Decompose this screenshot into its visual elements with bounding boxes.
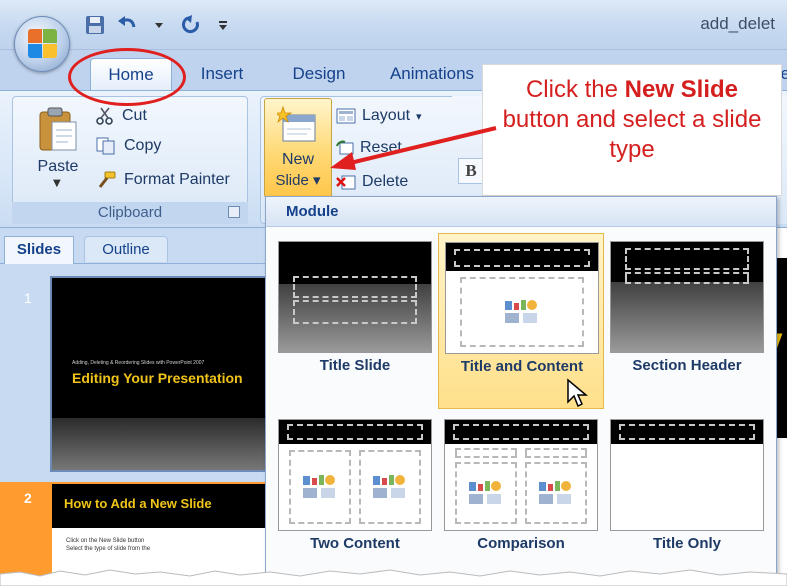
clipboard-group-label: Clipboard <box>12 202 248 224</box>
redo-icon[interactable] <box>178 12 204 38</box>
new-slide-layout-gallery: Module Title Slide Title and Content Sec… <box>265 196 777 586</box>
slide-number: 1 <box>24 290 32 306</box>
tab-slides[interactable]: Slides <box>4 236 74 264</box>
gallery-theme-name: Module <box>286 203 339 220</box>
callout-text-suffix: button and select a slide type <box>502 106 762 163</box>
delete-icon <box>336 175 356 190</box>
format-painter-label: Format Painter <box>124 171 230 188</box>
slide-title: How to Add a New Slide <box>64 496 212 511</box>
content-placeholder-icon <box>373 475 405 498</box>
mouse-pointer-icon <box>567 378 589 408</box>
layout-thumbnail <box>610 241 764 353</box>
paintbrush-icon <box>98 171 116 188</box>
layout-comparison[interactable]: Comparison <box>438 411 604 586</box>
layout-title-slide[interactable]: Title Slide <box>272 233 438 409</box>
layout-thumbnail <box>444 419 598 531</box>
layout-caption: Title and Content <box>460 358 584 375</box>
document-title: add_delet <box>700 14 775 33</box>
copy-button[interactable]: Copy <box>96 134 161 158</box>
home-tab-highlight-circle <box>68 48 186 106</box>
slide-bullet: Click on the New Slide button <box>66 538 145 544</box>
torn-edge-decoration <box>0 569 787 586</box>
tab-design[interactable]: Design <box>284 58 354 90</box>
layout-caption: Title Slide <box>319 357 391 374</box>
layout-two-content[interactable]: Two Content <box>272 411 438 586</box>
red-arrow-icon <box>330 126 497 170</box>
save-icon[interactable] <box>82 12 108 38</box>
layout-caption: Title Only <box>652 535 722 552</box>
quick-access-toolbar <box>82 10 236 40</box>
slide-gradient-band <box>52 418 273 470</box>
scissors-icon <box>96 107 113 125</box>
customize-qat-icon[interactable] <box>210 12 236 38</box>
content-placeholder-icon <box>539 481 571 504</box>
new-slide-dropdown-label: Slide ▾ <box>275 172 321 189</box>
layout-thumbnail <box>610 419 764 531</box>
layout-label: Layout <box>362 107 411 124</box>
layout-thumbnail <box>445 242 599 354</box>
layout-caption: Comparison <box>477 535 565 552</box>
slide-bullet: Select the type of slide from the <box>66 546 151 552</box>
undo-dropdown-icon[interactable] <box>146 12 172 38</box>
slide-subtitle: Adding, Deleting & Reordering Slides wit… <box>72 360 205 366</box>
tab-animations[interactable]: Animations <box>387 58 477 90</box>
paste-icon <box>38 106 78 152</box>
layout-icon <box>336 108 356 124</box>
content-placeholder-icon <box>469 481 501 504</box>
office-logo-icon <box>28 29 58 59</box>
undo-icon[interactable] <box>114 12 140 38</box>
layout-caption: Two Content <box>310 535 400 552</box>
delete-label: Delete <box>362 173 409 190</box>
instruction-callout: Click the New Slide button and select a … <box>482 64 782 196</box>
content-placeholder-icon <box>505 300 537 323</box>
new-slide-button[interactable]: New Slide ▾ <box>264 98 332 198</box>
layout-caption: Section Header <box>632 357 742 374</box>
format-painter-button[interactable]: Format Painter <box>96 168 230 192</box>
tab-insert[interactable]: Insert <box>190 58 254 90</box>
new-slide-icon <box>273 105 319 147</box>
cut-button[interactable]: Cut <box>96 104 147 128</box>
copy-icon <box>96 137 115 155</box>
layout-thumbnail <box>278 419 432 531</box>
cut-label: Cut <box>122 107 147 124</box>
slide-thumbnail-1[interactable]: Adding, Deleting & Reordering Slides wit… <box>50 276 275 472</box>
dialog-launcher-icon[interactable] <box>228 206 240 218</box>
layout-section-header[interactable]: Section Header <box>604 233 770 409</box>
layout-title-only[interactable]: Title Only <box>604 411 770 586</box>
tab-outline[interactable]: Outline <box>84 236 168 262</box>
callout-text-prefix: Click the <box>525 76 625 103</box>
paste-button[interactable]: Paste ▼ <box>28 100 88 200</box>
layout-thumbnail <box>278 241 432 353</box>
layout-dropdown-icon: ▾ <box>416 110 422 123</box>
gallery-header <box>266 197 776 227</box>
slide-number: 2 <box>24 490 32 506</box>
callout-text-bold: New Slide <box>624 76 739 103</box>
slide-title: Editing Your Presentation <box>72 370 243 386</box>
paste-dropdown-icon[interactable]: ▼ <box>53 178 61 189</box>
content-placeholder-icon <box>303 475 335 498</box>
new-slide-label: New <box>281 151 314 168</box>
office-button[interactable] <box>14 16 70 72</box>
paste-label: Paste <box>37 158 79 175</box>
copy-label: Copy <box>124 137 162 154</box>
